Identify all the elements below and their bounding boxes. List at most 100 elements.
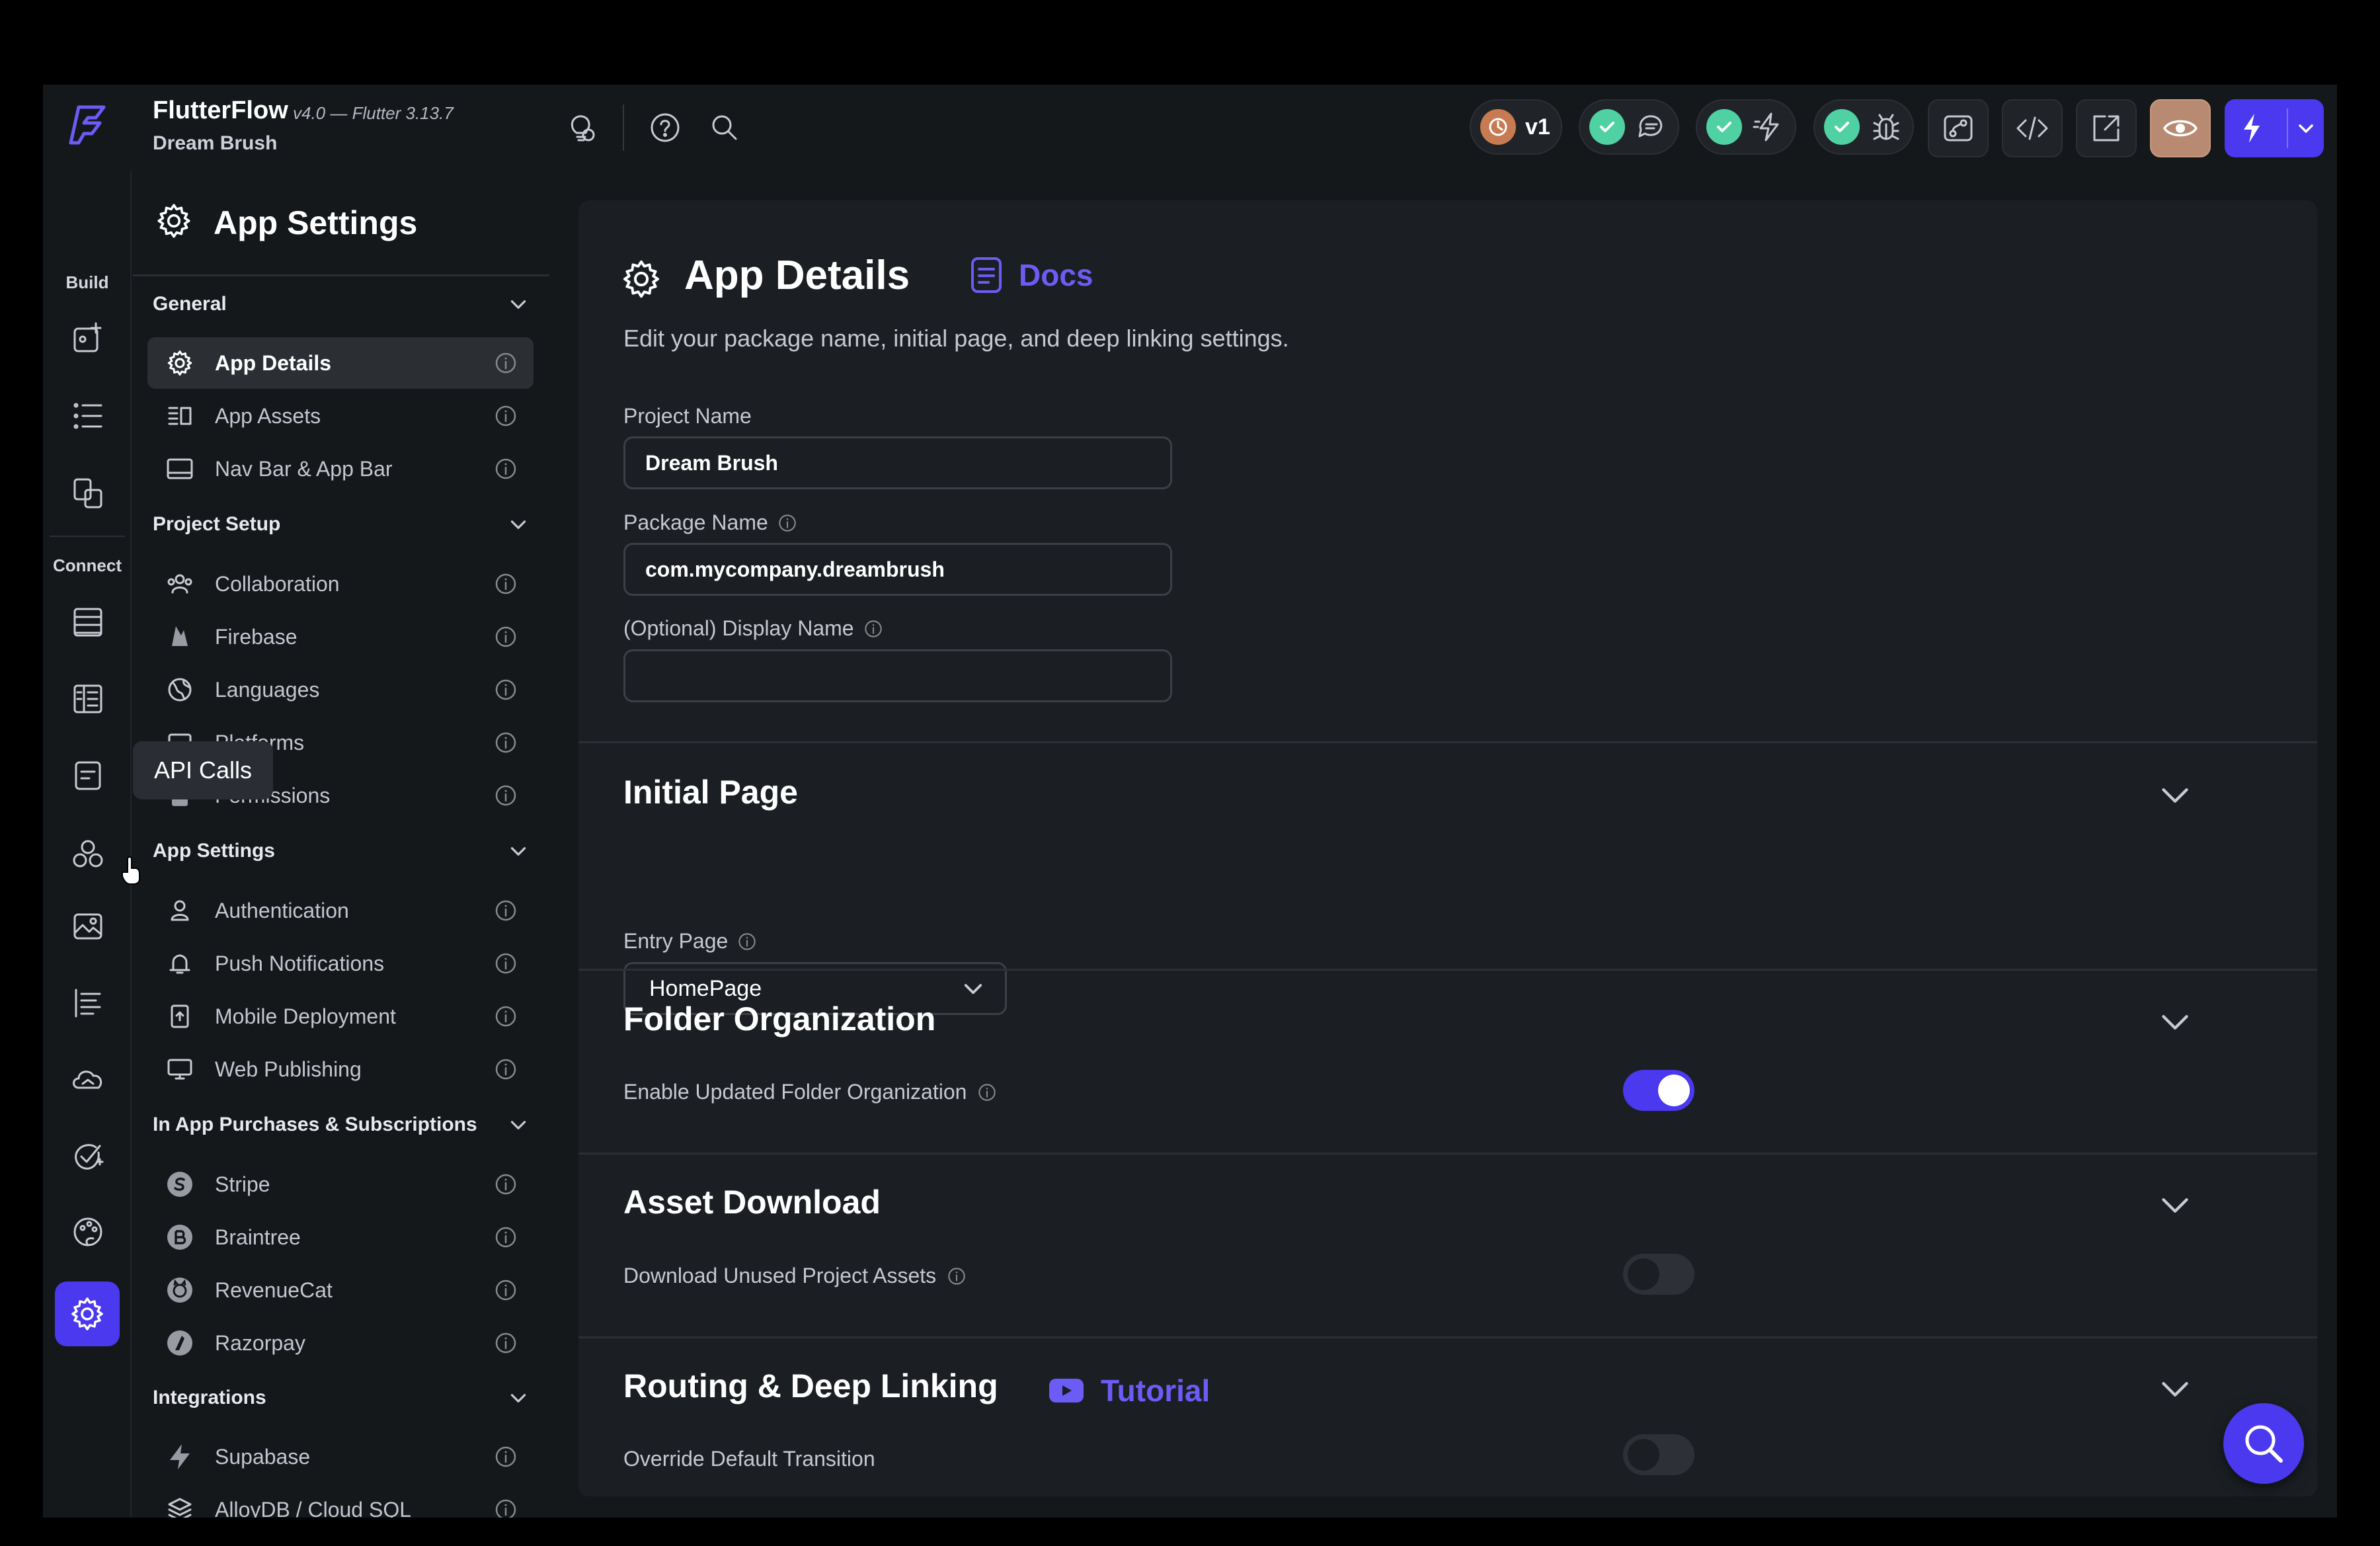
project-name-input[interactable] bbox=[623, 436, 1172, 489]
actions-status-pill[interactable] bbox=[1696, 99, 1796, 155]
info-icon[interactable] bbox=[494, 1445, 518, 1469]
override-transition-label: Override Default Transition bbox=[623, 1447, 875, 1471]
group-header-integrations[interactable]: Integrations bbox=[153, 1378, 530, 1418]
entry-page-label: Entry Page bbox=[623, 929, 757, 954]
theme-icon[interactable] bbox=[67, 1211, 108, 1252]
view-code-button[interactable] bbox=[2002, 99, 2063, 157]
info-icon[interactable] bbox=[494, 1172, 518, 1196]
chevron-down-icon[interactable] bbox=[2155, 776, 2195, 815]
info-icon[interactable] bbox=[947, 1266, 967, 1286]
sidebar-item-collaboration[interactable]: Collaboration bbox=[147, 558, 534, 610]
folder-organization-toggle[interactable] bbox=[1623, 1070, 1694, 1111]
info-icon[interactable] bbox=[977, 1082, 997, 1102]
info-icon[interactable] bbox=[494, 952, 518, 975]
branch-selector[interactable]: v1 bbox=[1470, 99, 1562, 155]
rail-divider bbox=[50, 536, 125, 537]
settings-rail-button[interactable] bbox=[55, 1282, 120, 1346]
info-icon[interactable] bbox=[494, 1225, 518, 1249]
sidebar-item-alloydb[interactable]: AlloyDB / Cloud SQL bbox=[147, 1484, 534, 1518]
lightbulb-icon[interactable] bbox=[561, 107, 602, 148]
info-icon[interactable] bbox=[494, 457, 518, 481]
sidebar-item-firebase[interactable]: Firebase bbox=[147, 611, 534, 663]
sidebar-item-label: RevenueCat bbox=[215, 1278, 333, 1302]
debug-status-pill[interactable] bbox=[1813, 99, 1914, 155]
info-icon[interactable] bbox=[777, 513, 797, 533]
info-icon[interactable] bbox=[494, 899, 518, 922]
package-name-input[interactable] bbox=[623, 543, 1172, 596]
media-assets-icon[interactable] bbox=[67, 906, 108, 947]
sidebar-item-stripe[interactable]: Stripe bbox=[147, 1159, 534, 1210]
search-icon[interactable] bbox=[704, 107, 745, 148]
help-icon[interactable] bbox=[645, 107, 686, 148]
sidebar-item-mobile-deployment[interactable]: Mobile Deployment bbox=[147, 991, 534, 1042]
info-icon[interactable] bbox=[494, 678, 518, 702]
sidebar-item-label: App Details bbox=[215, 350, 332, 375]
info-icon[interactable] bbox=[494, 404, 518, 428]
sidebar-item-app-details[interactable]: App Details bbox=[147, 337, 534, 389]
razorpay-icon bbox=[163, 1326, 196, 1360]
info-icon[interactable] bbox=[494, 731, 518, 754]
gear-icon bbox=[619, 257, 663, 301]
info-icon[interactable] bbox=[494, 625, 518, 649]
sidebar-item-revenuecat[interactable]: RevenueCat bbox=[147, 1264, 534, 1316]
info-icon[interactable] bbox=[494, 1004, 518, 1028]
section-divider bbox=[578, 741, 2317, 743]
preview-button[interactable] bbox=[2150, 99, 2211, 157]
cloud-functions-icon[interactable] bbox=[67, 1059, 108, 1100]
info-icon[interactable] bbox=[494, 351, 518, 375]
sidebar-item-push-notifications[interactable]: Push Notifications bbox=[147, 938, 534, 989]
chevron-down-icon[interactable] bbox=[2155, 1186, 2195, 1225]
info-icon[interactable] bbox=[863, 619, 883, 639]
docs-link[interactable]: Docs bbox=[970, 256, 1093, 294]
gear-icon bbox=[71, 1297, 103, 1330]
info-icon[interactable] bbox=[494, 572, 518, 596]
branch-manager-button[interactable] bbox=[1928, 99, 1989, 157]
code-icon bbox=[2016, 116, 2048, 140]
info-icon[interactable] bbox=[494, 784, 518, 807]
floating-search-button[interactable] bbox=[2223, 1403, 2304, 1484]
override-transition-toggle[interactable] bbox=[1623, 1434, 1694, 1475]
custom-code-icon[interactable] bbox=[67, 983, 108, 1024]
info-icon[interactable] bbox=[494, 1498, 518, 1518]
info-icon[interactable] bbox=[737, 932, 757, 952]
tutorial-link[interactable]: Tutorial bbox=[1049, 1373, 1210, 1408]
group-header-in-app-purchases[interactable]: In App Purchases & Subscriptions bbox=[153, 1105, 530, 1145]
sidebar-item-braintree[interactable]: Braintree bbox=[147, 1211, 534, 1263]
flutterflow-logo-icon[interactable] bbox=[64, 102, 110, 148]
info-icon[interactable] bbox=[494, 1331, 518, 1355]
sidebar-item-languages[interactable]: Languages bbox=[147, 664, 534, 715]
info-icon[interactable] bbox=[494, 1057, 518, 1081]
chevron-down-icon[interactable] bbox=[2288, 118, 2324, 139]
components-icon[interactable] bbox=[67, 472, 108, 513]
comments-status-pill[interactable] bbox=[1579, 99, 1679, 155]
widget-tree-icon[interactable] bbox=[67, 395, 108, 436]
firebase-icon bbox=[163, 620, 196, 653]
run-button[interactable] bbox=[2225, 99, 2324, 157]
add-page-icon[interactable] bbox=[67, 317, 108, 358]
display-name-input[interactable] bbox=[623, 649, 1172, 702]
api-calls-icon[interactable] bbox=[67, 833, 108, 874]
asset-download-toggle[interactable] bbox=[1623, 1254, 1694, 1295]
app-state-icon[interactable] bbox=[67, 755, 108, 796]
sidebar-item-label: AlloyDB / Cloud SQL bbox=[215, 1497, 412, 1518]
sidebar-item-nav-bar[interactable]: Nav Bar & App Bar bbox=[147, 443, 534, 495]
chevron-down-icon[interactable] bbox=[2155, 1369, 2195, 1409]
section-divider bbox=[578, 969, 2317, 971]
data-types-icon[interactable] bbox=[67, 678, 108, 719]
info-icon[interactable] bbox=[494, 1278, 518, 1302]
document-icon bbox=[971, 257, 1002, 293]
open-external-button[interactable] bbox=[2076, 99, 2137, 157]
tests-icon[interactable] bbox=[67, 1136, 108, 1177]
braintree-icon bbox=[163, 1221, 196, 1254]
display-name-label: (Optional) Display Name bbox=[623, 616, 883, 641]
group-header-app-settings[interactable]: App Settings bbox=[153, 831, 530, 871]
chevron-down-icon[interactable] bbox=[2155, 1002, 2195, 1042]
group-header-general[interactable]: General bbox=[153, 284, 530, 324]
sidebar-item-supabase[interactable]: Supabase bbox=[147, 1431, 534, 1483]
sidebar-item-authentication[interactable]: Authentication bbox=[147, 885, 534, 936]
group-header-project-setup[interactable]: Project Setup bbox=[153, 505, 530, 544]
sidebar-item-web-publishing[interactable]: Web Publishing bbox=[147, 1043, 534, 1095]
sidebar-item-razorpay[interactable]: Razorpay bbox=[147, 1317, 534, 1369]
firestore-icon[interactable] bbox=[67, 602, 108, 643]
sidebar-item-app-assets[interactable]: App Assets bbox=[147, 390, 534, 442]
